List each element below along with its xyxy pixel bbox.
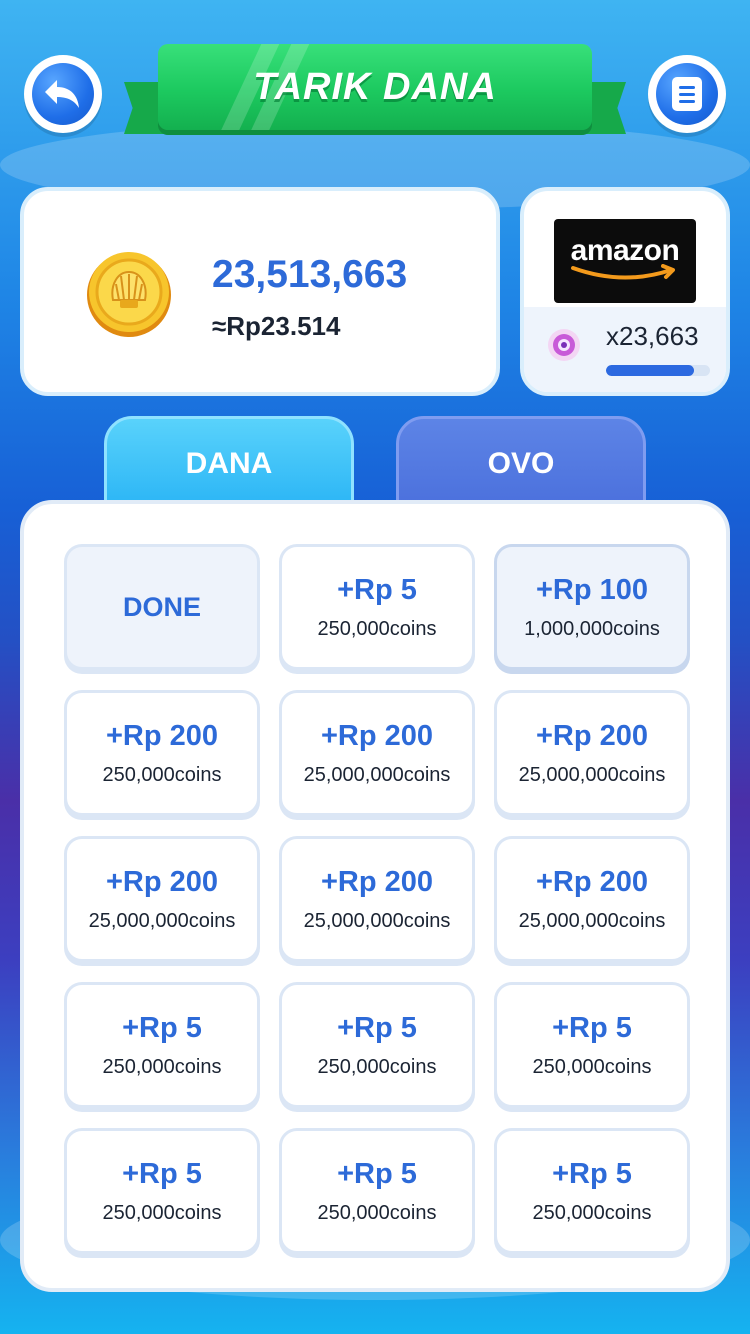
option-coins: 25,000,000coins [88, 910, 236, 932]
balance-card: 23,513,663 ≈Rp23.514 [20, 187, 500, 396]
balance-approx-value: ≈Rp23.514 [212, 311, 341, 341]
option-coins: 250,000coins [532, 1202, 652, 1224]
withdraw-option[interactable]: +Rp 200 25,000,000coins [279, 690, 475, 816]
option-amount: +Rp 5 [552, 1158, 632, 1190]
option-coins: 250,000coins [102, 1056, 222, 1078]
amazon-logo: amazon [554, 219, 696, 303]
option-coins: 25,000,000coins [303, 764, 451, 786]
option-amount: +Rp 200 [535, 866, 649, 898]
withdraw-options-panel: DONE +Rp 5 250,000coins +Rp 100 1,000,00… [20, 500, 730, 1292]
withdraw-option[interactable]: +Rp 200 25,000,000coins [494, 690, 690, 816]
amazon-reward-card[interactable]: amazon x23,663 [520, 187, 730, 396]
option-amount: +Rp 200 [320, 720, 434, 752]
option-coins: 250,000coins [317, 1056, 437, 1078]
amazon-smile-icon [571, 264, 675, 280]
option-coins: 25,000,000coins [518, 764, 666, 786]
back-arrow-icon [45, 80, 79, 108]
withdraw-option[interactable]: +Rp 200 25,000,000coins [279, 836, 475, 962]
records-button[interactable] [648, 55, 726, 133]
option-coins: 250,000coins [532, 1056, 652, 1078]
coin-balance: 23,513,663 [212, 253, 408, 296]
option-amount: +Rp 5 [122, 1012, 202, 1044]
withdraw-option[interactable]: +Rp 5 250,000coins [494, 1128, 690, 1254]
option-amount: +Rp 5 [122, 1158, 202, 1190]
withdraw-option[interactable]: +Rp 100 1,000,000coins [494, 544, 690, 670]
withdraw-option[interactable]: +Rp 5 250,000coins [64, 982, 260, 1108]
done-label: DONE [122, 591, 201, 622]
amazon-logo-text: amazon [570, 234, 680, 267]
withdraw-option[interactable]: +Rp 5 250,000coins [64, 1128, 260, 1254]
option-amount: +Rp 5 [337, 1012, 417, 1044]
withdraw-option[interactable]: +Rp 5 250,000coins [279, 1128, 475, 1254]
gem-icon [548, 329, 580, 361]
withdraw-option[interactable]: +Rp 5 250,000coins [279, 982, 475, 1108]
option-amount: +Rp 5 [337, 574, 417, 606]
shell-coin-icon [87, 252, 171, 337]
option-coins: 25,000,000coins [303, 910, 451, 932]
option-amount: +Rp 200 [105, 720, 219, 752]
title-banner: TARIK DANA [124, 40, 626, 140]
back-button[interactable] [24, 55, 102, 133]
option-amount: +Rp 200 [320, 866, 434, 898]
gem-progress-bar [606, 365, 710, 376]
option-coins: 250,000coins [317, 618, 437, 640]
option-amount: +Rp 100 [535, 574, 649, 606]
option-amount: +Rp 5 [337, 1158, 417, 1190]
gem-progress-fill [606, 365, 695, 376]
document-icon [672, 77, 702, 111]
page-title: TARIK DANA [253, 65, 497, 108]
option-coins: 250,000coins [102, 1202, 222, 1224]
option-done: DONE [64, 544, 260, 670]
withdraw-option[interactable]: +Rp 5 250,000coins [494, 982, 690, 1108]
option-amount: +Rp 5 [552, 1012, 632, 1044]
withdraw-option[interactable]: +Rp 200 25,000,000coins [494, 836, 690, 962]
withdraw-option[interactable]: +Rp 200 250,000coins [64, 690, 260, 816]
option-coins: 25,000,000coins [518, 910, 666, 932]
withdraw-option[interactable]: +Rp 200 25,000,000coins [64, 836, 260, 962]
option-coins: 250,000coins [317, 1202, 437, 1224]
withdraw-option[interactable]: +Rp 5 250,000coins [279, 544, 475, 670]
option-amount: +Rp 200 [535, 720, 649, 752]
option-amount: +Rp 200 [105, 866, 219, 898]
gem-count: x23,663 [606, 321, 699, 351]
option-coins: 1,000,000coins [524, 618, 660, 640]
option-coins: 250,000coins [102, 764, 222, 786]
